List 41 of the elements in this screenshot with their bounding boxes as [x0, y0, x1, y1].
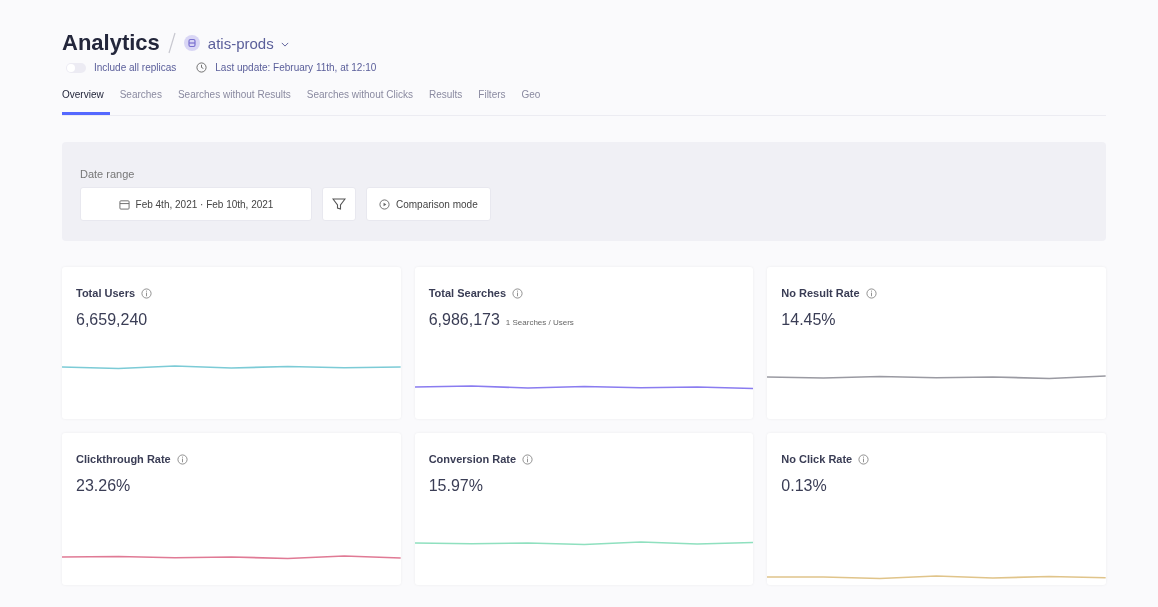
- page-title: Analytics: [62, 30, 160, 56]
- metric-note: 1 Searches / Users: [505, 318, 574, 327]
- info-icon: [141, 287, 153, 299]
- metric-title: No Result Rate: [781, 287, 860, 299]
- metric-title: Total Users: [76, 287, 136, 299]
- last-update-text: Last update: February 11th, at 12:10: [215, 62, 377, 73]
- info-icon: [512, 287, 524, 299]
- metric-value: 6,659,240: [76, 311, 148, 329]
- tab[interactable]: Searches without Results: [171, 85, 297, 115]
- metric-title: Clickthrough Rate: [76, 453, 171, 465]
- clock-icon: [196, 62, 208, 73]
- info-icon: [176, 453, 188, 465]
- filter-button[interactable]: [322, 187, 356, 221]
- tab[interactable]: Results: [422, 85, 469, 115]
- index-selector[interactable]: atis-prods: [207, 34, 289, 52]
- database-icon: [183, 35, 200, 51]
- metric-title: Total Searches: [428, 287, 507, 299]
- metric-value: 15.97%: [428, 477, 483, 495]
- metric-value: 23.26%: [76, 477, 131, 495]
- date-range-label: Date range: [80, 168, 136, 180]
- breadcrumb-divider-icon: [167, 32, 176, 54]
- tab[interactable]: Overview: [62, 85, 110, 115]
- tab[interactable]: Searches: [113, 85, 168, 115]
- metric-value: 0.13%: [781, 477, 827, 495]
- info-icon: [858, 453, 870, 465]
- calendar-icon: [118, 198, 130, 210]
- info-icon: [522, 453, 534, 465]
- filter-icon: [332, 197, 346, 211]
- date-range-button[interactable]: Feb 4th, 2021 · Feb 10th, 2021: [80, 187, 312, 221]
- comparison-mode-button[interactable]: Comparison mode: [366, 187, 491, 221]
- tab[interactable]: Filters: [472, 85, 512, 115]
- info-icon: [865, 287, 877, 299]
- metric-title: No Click Rate: [781, 453, 853, 465]
- chevron-down-icon: [280, 42, 289, 48]
- metric-value: 14.45%: [781, 311, 836, 329]
- toggle-label: Include all replicas: [94, 62, 177, 73]
- play-circle-icon: [379, 198, 390, 210]
- tab[interactable]: Geo: [515, 85, 547, 115]
- metric-value: 6,986,173: [428, 311, 500, 329]
- tab[interactable]: Searches without Clicks: [300, 85, 419, 115]
- metric-title: Conversion Rate: [428, 453, 517, 465]
